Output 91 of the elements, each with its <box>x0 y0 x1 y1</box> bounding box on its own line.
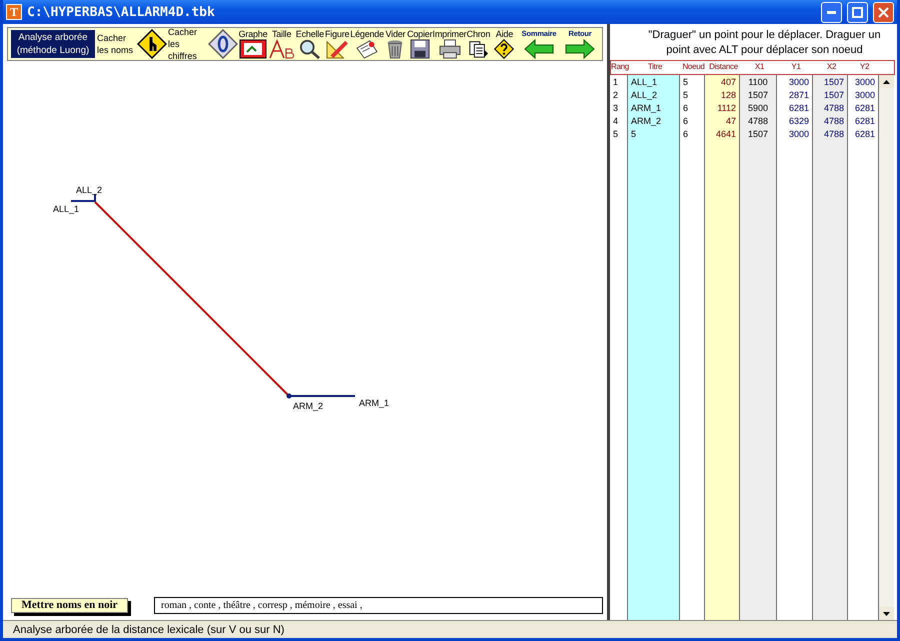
minimize-button[interactable] <box>821 2 842 22</box>
table-cell-text: 1507 <box>746 89 770 102</box>
table-cell-text: 3000 <box>854 76 876 89</box>
tree-branch <box>70 193 96 203</box>
toolbar-button[interactable]: Echelle <box>296 29 324 59</box>
table-cell-text: 4788 <box>822 128 845 141</box>
ruler-pencil-icon <box>324 39 350 59</box>
column-header: Rang <box>611 61 629 73</box>
documents-icon <box>467 39 490 59</box>
table-cell-text: 5 <box>682 89 690 102</box>
table-cell-text: 5 <box>682 76 690 89</box>
column-header: Titre <box>646 61 664 73</box>
toolbar-button[interactable]: Cacher les chiffres <box>168 29 238 59</box>
scrollbar[interactable] <box>879 75 894 620</box>
genres-field[interactable]: roman , conte , théâtre , corresp , mémoire , essai , <box>154 596 603 614</box>
printer-icon <box>438 39 462 59</box>
left-arrow-icon <box>524 39 554 59</box>
table-cell-text: 5900 <box>746 102 770 115</box>
table-cell-text: 4641 <box>714 128 737 141</box>
table-cell-text: 1507 <box>822 89 845 102</box>
status-bar: Analyse arborée de la distance lexicale (sur V ou sur N) <box>3 620 897 638</box>
toolbar-button[interactable]: Copier <box>407 29 432 59</box>
table-cell-text: 6281 <box>854 102 876 115</box>
toolbar-button[interactable]: Aide <box>490 29 518 59</box>
toolbar-button[interactable]: Cacher les noms <box>97 29 167 59</box>
node-label: ALL_1 <box>53 204 80 214</box>
table-cell-text: 6 <box>682 128 690 141</box>
maximize-button[interactable] <box>847 2 868 22</box>
table-cell-text: 6281 <box>854 128 876 141</box>
right-arrow-icon <box>565 39 596 59</box>
table-cell-text: ALL_2 <box>630 89 658 102</box>
column-header: X1 <box>754 61 766 73</box>
toolbar-button[interactable]: Légende <box>350 29 384 59</box>
table-cell-text: ALL_1 <box>630 76 658 89</box>
column-header: Y2 <box>858 61 870 73</box>
column-header: Y1 <box>790 61 802 73</box>
tree-node[interactable] <box>286 394 292 398</box>
scroll-up-icon[interactable] <box>883 80 890 84</box>
table-cell-text: 1507 <box>746 128 770 141</box>
table-cell-text: 407 <box>720 76 737 89</box>
table-cell-text: 6 <box>682 115 690 128</box>
toolbar-button[interactable]: Chron <box>466 29 490 59</box>
table-cell-text: 4 <box>612 115 620 128</box>
scroll-down-icon[interactable] <box>883 612 890 616</box>
column-header: Distance <box>708 61 739 73</box>
table-cell-text: ARM_1 <box>630 102 662 115</box>
close-icon <box>878 6 889 18</box>
app-icon: T <box>6 4 22 20</box>
hint-text: "Draguer" un point pour le déplacer. Draguer un point avec ALT pour déplacer son noeud <box>647 28 882 58</box>
toolbar-button[interactable]: Taille <box>268 29 296 59</box>
table-cell-text: 5 <box>612 128 620 141</box>
table-cell-text: 6329 <box>788 115 810 128</box>
table-cell-text: 3 <box>612 102 620 115</box>
magnifier-icon <box>298 39 322 59</box>
maximize-icon <box>852 6 863 18</box>
table-cell-text: 1112 <box>716 102 737 115</box>
table-cell-text: 1100 <box>747 76 769 89</box>
table-cell-text: 4788 <box>822 115 845 128</box>
table-cell-text: 6281 <box>854 115 876 128</box>
zero-sign-icon <box>208 29 238 59</box>
table-cell-text: ARM_2 <box>630 115 662 128</box>
pinned-note-icon <box>354 39 380 59</box>
node-label: ALL_2 <box>76 185 102 195</box>
table-cell-text: 6281 <box>788 102 810 115</box>
minimize-icon <box>827 10 836 14</box>
toolbar-button[interactable]: Vider <box>384 29 406 59</box>
close-button[interactable] <box>873 2 894 22</box>
toolbar-button[interactable]: Imprimer <box>433 29 466 59</box>
table-cell-text: 1507 <box>822 76 845 89</box>
table-cell-text: 1 <box>612 76 620 89</box>
node-label: ARM_2 <box>293 401 324 411</box>
table-cell-text: 4788 <box>746 115 770 128</box>
column-header: Noeud <box>681 61 706 73</box>
table-cell-text: 47 <box>724 115 737 128</box>
table-cell-text: 3000 <box>788 128 810 141</box>
table-cell-text: 3000 <box>854 89 876 102</box>
table-cell-text: 6 <box>682 102 690 115</box>
table-cell-text: 5 <box>630 128 638 141</box>
table-cell-text: 128 <box>720 89 737 102</box>
table-cell-text: 4788 <box>822 102 845 115</box>
column-header: X2 <box>826 61 838 73</box>
table-cell-text: 2 <box>612 89 620 102</box>
toolbar-button[interactable]: Graphe <box>239 29 267 59</box>
window-title: C:\HYPERBAS\ALLARM4D.tbk <box>27 4 216 20</box>
graph-icon <box>239 39 267 59</box>
font-size-icon <box>268 39 296 59</box>
table-cell-text: 2871 <box>788 89 810 102</box>
toolbar-button[interactable]: Figure <box>324 29 350 59</box>
node-label: ARM_1 <box>359 398 390 408</box>
table-cell-text: 3000 <box>788 76 810 89</box>
mode-button[interactable]: Analyse arborée (méthode Luong) <box>10 29 96 59</box>
